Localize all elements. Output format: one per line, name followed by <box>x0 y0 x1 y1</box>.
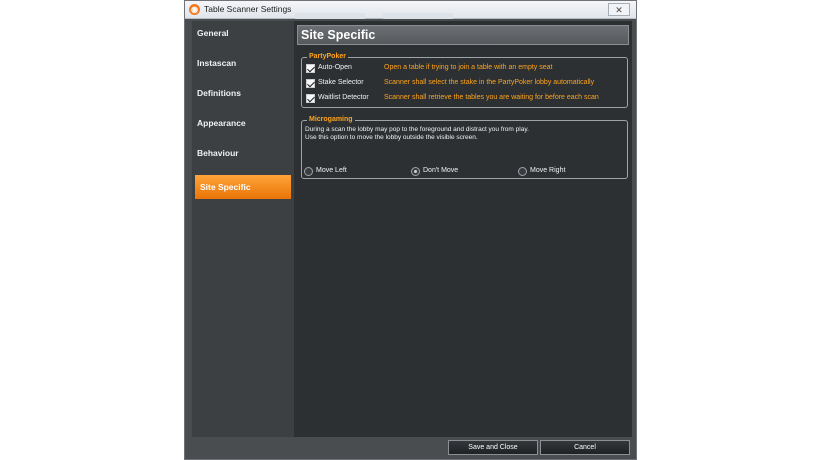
stake-selector-checkbox[interactable] <box>306 79 315 88</box>
dont-move-radio[interactable] <box>411 167 420 176</box>
partypoker-group: PartyPoker Auto-Open Open a table if try… <box>301 53 628 108</box>
sidebar-item-instascan[interactable]: Instascan <box>192 51 294 75</box>
sidebar-item-appearance[interactable]: Appearance <box>192 111 294 135</box>
stake-selector-description: Scanner shall select the stake in the Pa… <box>384 79 595 86</box>
sidebar-item-behaviour[interactable]: Behaviour <box>192 141 294 165</box>
move-right-label: Move Right <box>530 167 566 174</box>
save-and-close-button[interactable]: Save and Close <box>448 440 538 455</box>
auto-open-label: Auto-Open <box>318 64 352 71</box>
move-right-radio[interactable] <box>518 167 527 176</box>
settings-content: Site Specific PartyPoker Auto-Open Open … <box>294 21 632 437</box>
background-tab <box>295 13 365 19</box>
settings-sidebar: General Instascan Definitions Appearance… <box>192 21 294 437</box>
dont-move-label: Don't Move <box>423 167 459 174</box>
window-title: Table Scanner Settings <box>204 4 292 14</box>
auto-open-description: Open a table if trying to join a table w… <box>384 64 553 71</box>
sidebar-item-site-specific[interactable]: Site Specific <box>195 175 291 199</box>
waitlist-detector-description: Scanner shall retrieve the tables you ar… <box>384 94 599 101</box>
background-tabs <box>295 6 555 19</box>
sidebar-item-definitions[interactable]: Definitions <box>192 81 294 105</box>
auto-open-checkbox[interactable] <box>306 64 315 73</box>
microgaming-group-label: Microgaming <box>307 116 355 123</box>
cancel-button[interactable]: Cancel <box>540 440 630 455</box>
close-button[interactable]: ✕ <box>608 3 630 16</box>
page-header: Site Specific <box>297 25 629 45</box>
move-left-label: Move Left <box>316 167 347 174</box>
microgaming-group: Microgaming During a scan the lobby may … <box>301 116 628 179</box>
microgaming-info-line-2: Use this option to move the lobby outsid… <box>305 134 478 141</box>
settings-window: ◉ Table Scanner Settings ✕ General Insta… <box>184 0 637 460</box>
stake-selector-label: Stake Selector <box>318 79 364 86</box>
waitlist-detector-checkbox[interactable] <box>306 94 315 103</box>
partypoker-group-label: PartyPoker <box>307 53 348 60</box>
waitlist-detector-row: Waitlist Detector Scanner shall retrieve… <box>302 93 622 105</box>
page-title: Site Specific <box>301 28 376 42</box>
microgaming-info-line-1: During a scan the lobby may pop to the f… <box>305 126 529 133</box>
sidebar-item-general[interactable]: General <box>192 21 294 45</box>
dialog-footer: Save and Close Cancel <box>185 437 636 459</box>
title-bar[interactable]: ◉ Table Scanner Settings ✕ <box>185 1 636 19</box>
move-left-radio[interactable] <box>304 167 313 176</box>
waitlist-detector-label: Waitlist Detector <box>318 94 369 101</box>
app-logo-icon: ◉ <box>189 4 200 15</box>
stake-selector-row: Stake Selector Scanner shall select the … <box>302 78 622 90</box>
auto-open-row: Auto-Open Open a table if trying to join… <box>302 63 622 75</box>
background-tab <box>383 13 454 19</box>
